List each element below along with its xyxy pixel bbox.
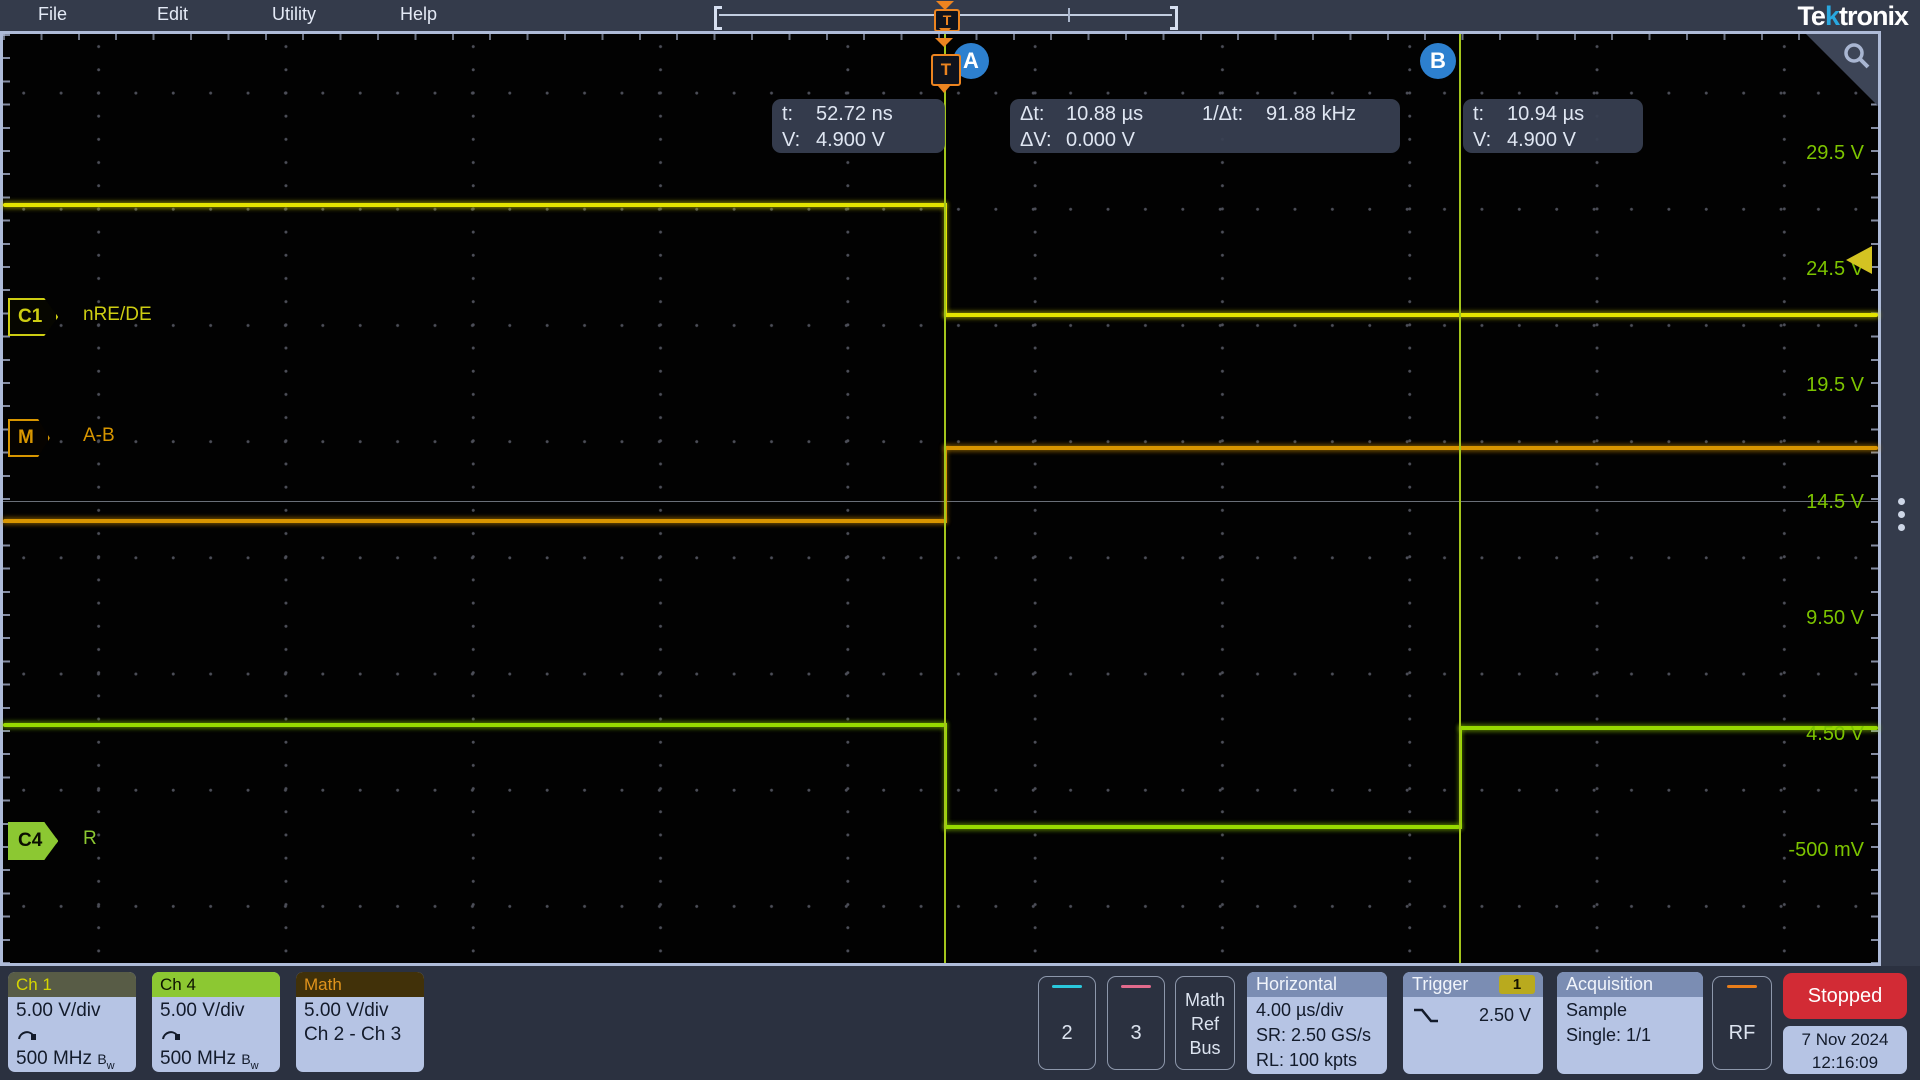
cursor-b-badge[interactable]: B [1420, 43, 1456, 79]
channel-level-arrow-icon[interactable] [1846, 246, 1872, 274]
rf-button[interactable]: RF [1712, 976, 1772, 1070]
ch4-badge[interactable]: Ch 4 5.00 V/div 500 MHz Bw [152, 972, 280, 1072]
channel-label-c1: nRE/DE [83, 304, 152, 326]
slider-center-tick [1068, 8, 1070, 22]
scale-label-29-5v: 29.5 V [1744, 142, 1864, 165]
trigger-position-pin[interactable]: T [931, 54, 961, 86]
menu-bar: File Edit Utility Help T Tektronix [0, 0, 1920, 31]
trigger-title: Trigger 1 [1403, 972, 1543, 997]
date: 7 Nov 2024 [1783, 1028, 1907, 1051]
falling-edge-icon [1412, 1007, 1440, 1025]
ch2-color-bar [1052, 985, 1082, 988]
scale-label-neg500mv: -500 mV [1744, 839, 1864, 862]
cursor-a-readout: t:52.72 ns V:4.900 V [772, 99, 945, 153]
mrb-line2: Ref [1176, 1012, 1234, 1036]
menu-edit[interactable]: Edit [157, 4, 188, 25]
math-badge[interactable]: Math 5.00 V/div Ch 2 - Ch 3 [296, 972, 424, 1072]
rf-button-label: RF [1713, 1022, 1771, 1045]
mrb-line3: Bus [1176, 1036, 1234, 1060]
ch1-badge[interactable]: Ch 1 5.00 V/div 500 MHz Bw [8, 972, 136, 1072]
trace-ch4-segment [945, 825, 1460, 829]
cursor-delta-readout: Δt:10.88 µs1/Δt:91.88 kHz ΔV:0.000 V [1010, 99, 1400, 153]
ch3-button-label: 3 [1108, 1022, 1164, 1045]
channel-label-c4: R [83, 828, 97, 850]
magnifier-icon [1840, 40, 1872, 72]
trace-ch1-segment [3, 203, 945, 207]
trace-math-segment [3, 519, 945, 523]
slider-right-bracket [1170, 6, 1178, 30]
trace-math-segment [945, 446, 1878, 450]
acquisition-single: Single: 1/1 [1566, 1023, 1694, 1048]
horizontal-title: Horizontal [1247, 972, 1387, 997]
trigger-position-caret-icon [935, 38, 953, 47]
math-scale: 5.00 V/div [304, 999, 416, 1023]
acquisition-panel[interactable]: Acquisition Sample Single: 1/1 [1557, 972, 1703, 1074]
horizontal-panel[interactable]: Horizontal 4.00 µs/div SR: 2.50 GS/s RL:… [1247, 972, 1387, 1074]
probe-icon [160, 1027, 182, 1040]
scale-label-9-50v: 9.50 V [1744, 607, 1864, 630]
date-time: 7 Nov 2024 12:16:09 [1783, 1026, 1907, 1074]
ch1-badge-title: Ch 1 [8, 972, 136, 997]
acquisition-mode: Sample [1566, 998, 1694, 1023]
slider-left-bracket [714, 6, 722, 30]
menu-utility[interactable]: Utility [272, 4, 316, 25]
ch1-bandwidth: 500 MHz Bw [16, 1047, 128, 1072]
menu-file[interactable]: File [38, 4, 67, 25]
channel-2-button[interactable]: 2 [1038, 976, 1096, 1070]
scale-label-19-5v: 19.5 V [1744, 374, 1864, 397]
scale-label-14-5v: 14.5 V [1744, 491, 1864, 514]
ch4-bandwidth: 500 MHz Bw [160, 1047, 272, 1072]
trace-ch1-segment [945, 313, 1878, 317]
cursor-b-readout: t:10.94 µs V:4.900 V [1463, 99, 1643, 153]
side-panel-handle[interactable] [1888, 492, 1914, 537]
ch2-button-label: 2 [1039, 1022, 1095, 1045]
cursor-a-line[interactable] [944, 34, 946, 963]
horizontal-scale: 4.00 µs/div [1256, 998, 1378, 1023]
trigger-level: 2.50 V [1479, 1003, 1531, 1028]
trigger-position-pointer-icon [938, 86, 950, 93]
ch4-badge-title: Ch 4 [152, 972, 280, 997]
bottom-bar: Ch 1 5.00 V/div 500 MHz Bw Ch 4 5.00 V/d… [0, 966, 1920, 1080]
right-edge-ticks [1871, 34, 1878, 963]
trigger-panel[interactable]: Trigger 1 2.50 V [1403, 972, 1543, 1074]
tektronix-logo: Tektronix [1797, 1, 1908, 32]
waveform-display: A B T t:52.72 ns V:4.900 V Δt:10.88 µs1/… [0, 31, 1881, 966]
cursor-b-line[interactable] [1459, 34, 1461, 963]
math-source: Ch 2 - Ch 3 [304, 1023, 416, 1047]
scale-label-4-50v: 4.50 V [1744, 723, 1864, 746]
trace-ch4-segment [3, 723, 945, 727]
ch4-scale: 5.00 V/div [160, 999, 272, 1023]
menu-help[interactable]: Help [400, 4, 437, 25]
acquisition-title: Acquisition [1557, 972, 1703, 997]
math-ref-bus-button[interactable]: Math Ref Bus [1175, 976, 1235, 1070]
graticule-grid [3, 34, 1878, 963]
ch1-scale: 5.00 V/div [16, 999, 128, 1023]
rf-color-bar [1727, 985, 1757, 988]
horizontal-sample-rate: SR: 2.50 GS/s [1256, 1023, 1378, 1048]
time: 12:16:09 [1783, 1051, 1907, 1074]
channel-3-button[interactable]: 3 [1107, 976, 1165, 1070]
ch3-color-bar [1121, 985, 1151, 988]
math-badge-title: Math [296, 972, 424, 997]
horizontal-record-length: RL: 100 kpts [1256, 1048, 1378, 1073]
channel-label-math: A-B [83, 425, 115, 447]
probe-icon [16, 1027, 38, 1040]
trigger-source-chip: 1 [1499, 975, 1535, 994]
mrb-line1: Math [1176, 988, 1234, 1012]
math-zero-reference-line [3, 501, 1878, 502]
run-stop-status-button[interactable]: Stopped [1783, 973, 1907, 1019]
